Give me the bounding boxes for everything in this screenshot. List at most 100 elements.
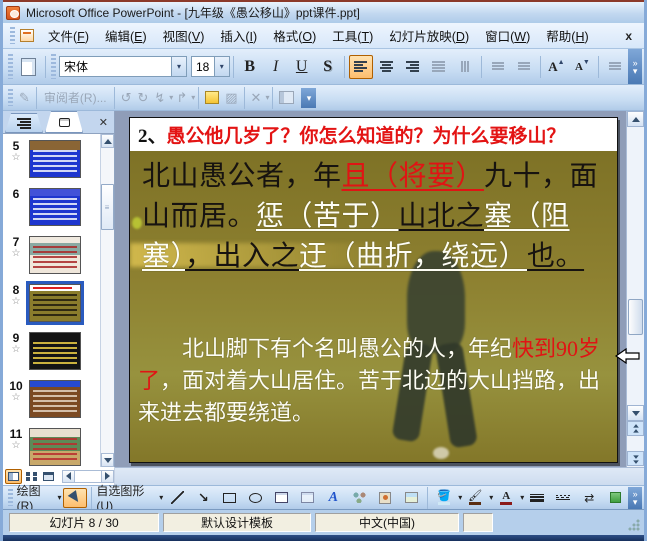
autoshapes-menu-button[interactable]: 自选图形(U) ▾ xyxy=(96,484,163,513)
edit-comment-icon[interactable]: ▨ xyxy=(225,90,237,106)
slide-thumbnail-image[interactable] xyxy=(29,428,81,466)
menu-help[interactable]: 帮助(H) xyxy=(538,23,596,48)
align-right-button[interactable] xyxy=(401,55,425,79)
current-slide[interactable]: 2、 愚公他几岁了？你怎么知道的？为什么要移山？ 北山愚公者，年且（将要）九十，面… xyxy=(129,117,618,463)
scroll-up-button[interactable] xyxy=(627,111,644,127)
dash-style-button[interactable] xyxy=(551,488,575,508)
previous-slide-button[interactable] xyxy=(627,421,644,436)
draw-menu-button[interactable]: 绘图(R) ▾ xyxy=(17,484,62,513)
apply-change-icon[interactable]: ↯ xyxy=(154,90,165,106)
clipart-button[interactable] xyxy=(373,488,397,508)
distribute-text-button[interactable] xyxy=(427,55,451,79)
menu-edit[interactable]: 编辑(E) xyxy=(97,23,155,48)
oval-tool-button[interactable] xyxy=(243,488,267,508)
fill-color-button[interactable]: 🪣 xyxy=(432,488,456,508)
slide-thumbnail-7[interactable]: 7 ☆ xyxy=(3,234,100,282)
design-template-status[interactable]: 默认设计模板 xyxy=(163,513,311,532)
panel-scrollbar[interactable]: ≡ xyxy=(100,134,114,467)
next-slide-button[interactable] xyxy=(627,451,644,466)
bullet-list-button[interactable] xyxy=(512,55,536,79)
scrollbar-thumb[interactable]: ≡ xyxy=(101,184,114,230)
dropdown-icon[interactable]: ▾ xyxy=(520,493,524,502)
slide-thumbnail-11[interactable]: 11 ☆ xyxy=(3,426,100,467)
slide-thumbnail-6[interactable]: 6 xyxy=(3,186,100,234)
scrollbar-thumb[interactable] xyxy=(628,299,643,335)
scroll-down-button[interactable] xyxy=(627,405,644,421)
toolbar-options-button[interactable]: » ▾ xyxy=(628,486,642,509)
slide-thumbnail-image[interactable] xyxy=(29,188,81,226)
menu-insert[interactable]: 插入(I) xyxy=(212,23,265,48)
slide-question-title[interactable]: 2、 愚公他几岁了？你怎么知道的？为什么要移山？ xyxy=(130,118,617,151)
menu-view[interactable]: 视图(V) xyxy=(155,23,213,48)
close-document-button[interactable]: x xyxy=(617,29,640,43)
menu-slideshow[interactable]: 幻灯片放映(D) xyxy=(381,23,477,48)
decrease-indent-button[interactable] xyxy=(603,55,627,79)
panel-hscrollbar[interactable] xyxy=(62,469,114,483)
slide-hscrollbar-track[interactable] xyxy=(115,467,644,485)
select-objects-button[interactable] xyxy=(63,487,88,508)
slide-thumbnail-image[interactable] xyxy=(29,380,81,418)
dropdown-icon[interactable]: ▾ xyxy=(169,93,173,102)
vertical-textbox-button[interactable] xyxy=(295,488,319,508)
toolbar-options-button[interactable]: ▾ xyxy=(301,87,317,108)
classical-text-paragraph[interactable]: 北山愚公者，年且（将要）九十，面山而居。惩（苦于）山北之塞（阻塞），出入之迂（曲… xyxy=(142,157,608,276)
dropdown-icon[interactable]: ▾ xyxy=(458,493,462,502)
slide-edit-region[interactable]: 2、 愚公他几岁了？你怎么知道的？为什么要移山？ 北山愚公者，年且（将要）九十，面… xyxy=(115,111,626,467)
toolbar-grip[interactable] xyxy=(10,26,15,45)
line-style-button[interactable] xyxy=(525,488,549,508)
scroll-up-button[interactable] xyxy=(101,134,114,148)
close-panel-button[interactable]: ✕ xyxy=(99,116,114,133)
line-tool-button[interactable] xyxy=(165,488,189,508)
dropdown-icon[interactable]: ▾ xyxy=(489,493,493,502)
underline-button[interactable]: U xyxy=(290,55,314,79)
insert-comment-icon[interactable] xyxy=(205,91,220,104)
dropdown-icon[interactable]: ▾ xyxy=(213,57,229,76)
scroll-right-button[interactable] xyxy=(101,469,114,483)
toolbar-grip[interactable] xyxy=(8,54,13,79)
font-size-combo[interactable]: 18 ▾ xyxy=(191,56,230,77)
slide-thumbnail-image[interactable] xyxy=(29,140,81,178)
slide-body[interactable]: 北山愚公者，年且（将要）九十，面山而居。惩（苦于）山北之塞（阻塞），出入之迂（曲… xyxy=(130,151,617,462)
text-direction-button[interactable] xyxy=(453,55,477,79)
new-slide-button[interactable] xyxy=(17,55,41,79)
shadow-style-button[interactable] xyxy=(603,488,627,508)
menu-window[interactable]: 窗口(W) xyxy=(477,23,538,48)
slide-thumbnail-8[interactable]: 8 ☆ xyxy=(3,281,100,330)
slide-thumbnail-image[interactable] xyxy=(29,332,81,370)
insert-picture-button[interactable] xyxy=(399,488,423,508)
slide-thumbnail-image[interactable] xyxy=(26,281,84,325)
align-center-button[interactable] xyxy=(375,55,399,79)
title-bar[interactable]: Microsoft Office PowerPoint - [九年级《愚公移山》… xyxy=(3,2,644,23)
line-color-button[interactable]: 🖌 xyxy=(463,488,487,508)
rectangle-tool-button[interactable] xyxy=(217,488,241,508)
arrow-style-button[interactable]: ⇄ xyxy=(577,488,601,508)
dropdown-icon[interactable]: ▾ xyxy=(171,57,186,76)
wordart-button[interactable]: A xyxy=(321,488,345,508)
translation-paragraph[interactable]: 北山脚下有个名叫愚公的人，年纪快到90岁了，面对着大山居住。苦于北边的大山挡路，… xyxy=(138,333,610,429)
bold-button[interactable]: B xyxy=(238,55,262,79)
menu-file[interactable]: 文件(F) xyxy=(40,23,97,48)
previous-item-icon[interactable]: ↺ xyxy=(121,90,132,106)
slide-thumbnail-9[interactable]: 9 ☆ xyxy=(3,330,100,378)
font-name-combo[interactable]: 宋体 ▾ xyxy=(59,56,187,77)
numbered-list-button[interactable] xyxy=(486,55,510,79)
slide-thumbnail-image[interactable] xyxy=(29,236,81,274)
tab-outline[interactable] xyxy=(5,113,43,133)
align-left-button[interactable] xyxy=(348,54,373,79)
edit-pen-icon[interactable]: ✎ xyxy=(19,90,30,106)
tab-slides[interactable] xyxy=(45,111,83,133)
font-color-button[interactable]: A xyxy=(494,488,518,508)
scroll-left-button[interactable] xyxy=(62,469,75,483)
resize-grip[interactable] xyxy=(628,519,640,531)
slide-scrollbar[interactable] xyxy=(615,111,644,467)
next-item-icon[interactable]: ↻ xyxy=(137,90,148,106)
text-shadow-button[interactable]: S xyxy=(316,55,340,79)
decrease-font-size-button[interactable]: A ▼ xyxy=(570,55,594,79)
toolbar-options-button[interactable]: » ▾ xyxy=(628,49,642,84)
reviewing-pane-icon[interactable] xyxy=(279,91,295,104)
toolbar-grip[interactable] xyxy=(51,54,56,79)
slide-thumbnail-5[interactable]: 5 ☆ xyxy=(3,138,100,186)
unapply-change-icon[interactable]: ↱ xyxy=(176,90,187,106)
dropdown-icon[interactable]: ▾ xyxy=(265,93,269,102)
language-status[interactable]: 中文(中国) xyxy=(315,513,459,532)
